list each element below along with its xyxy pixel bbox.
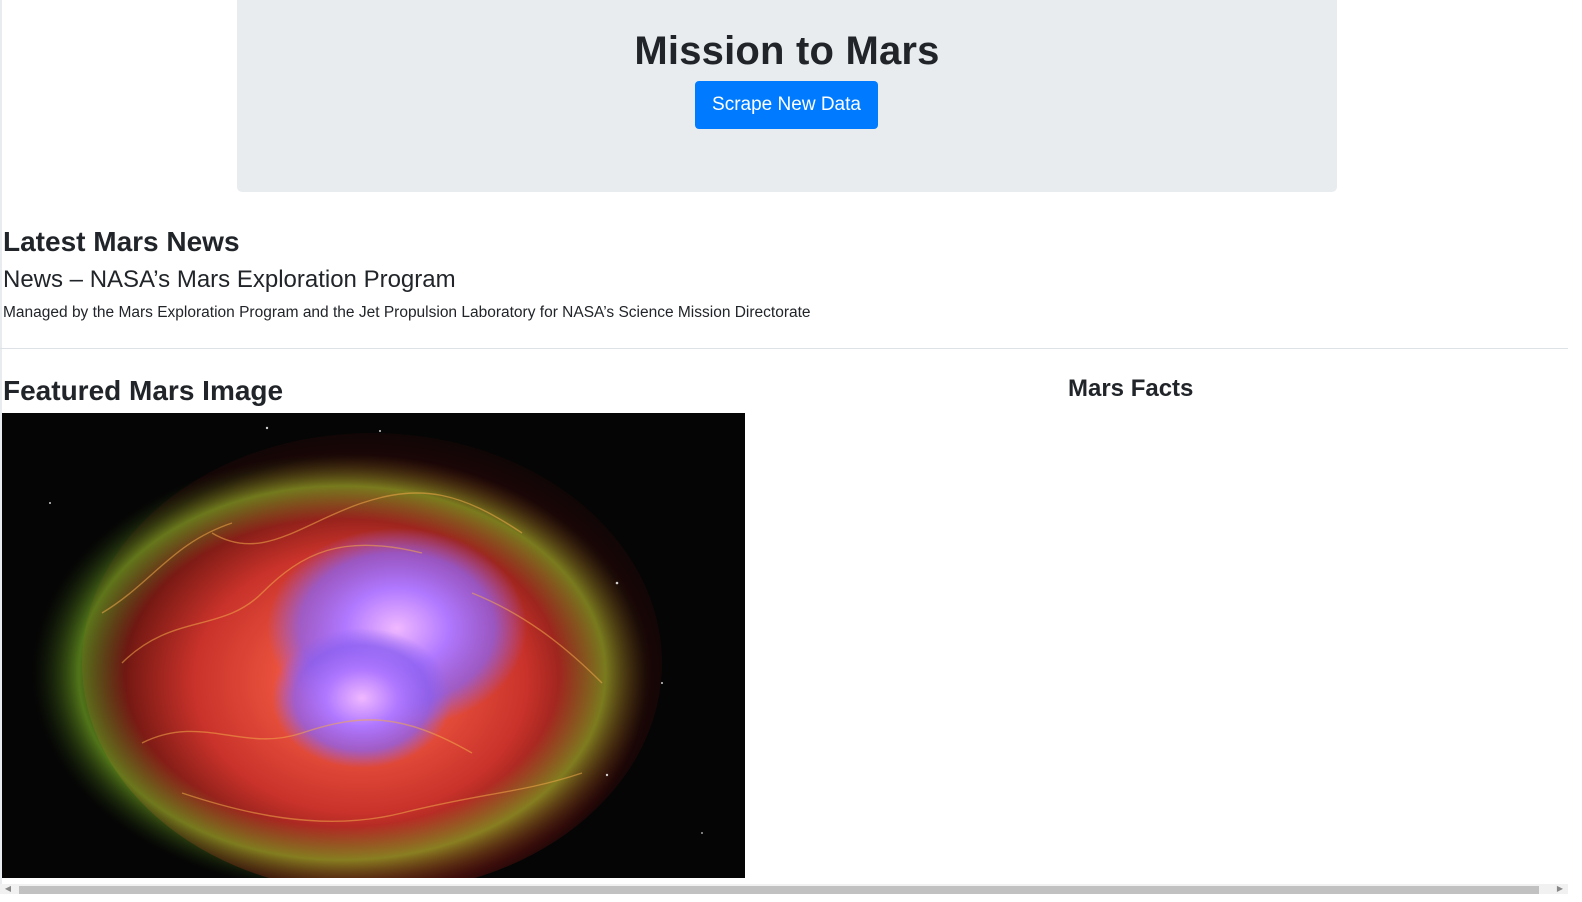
jumbotron: Mission to Mars Scrape New Data [237,0,1337,192]
section-divider [0,348,1568,349]
scrape-new-data-button[interactable]: Scrape New Data [695,81,878,129]
news-title: News – NASA’s Mars Exploration Program [3,266,456,293]
mars-facts-heading: Mars Facts [1068,375,1194,402]
horizontal-scroll-thumb[interactable] [19,886,1539,894]
latest-news-heading: Latest Mars News [3,226,240,257]
scroll-right-icon[interactable]: ▶ [1554,884,1566,894]
page-title: Mission to Mars [634,29,940,73]
news-teaser: Managed by the Mars Exploration Program … [3,304,811,321]
featured-image-heading: Featured Mars Image [3,375,284,406]
featured-mars-image [2,413,745,878]
scroll-left-icon[interactable]: ◀ [2,884,14,894]
